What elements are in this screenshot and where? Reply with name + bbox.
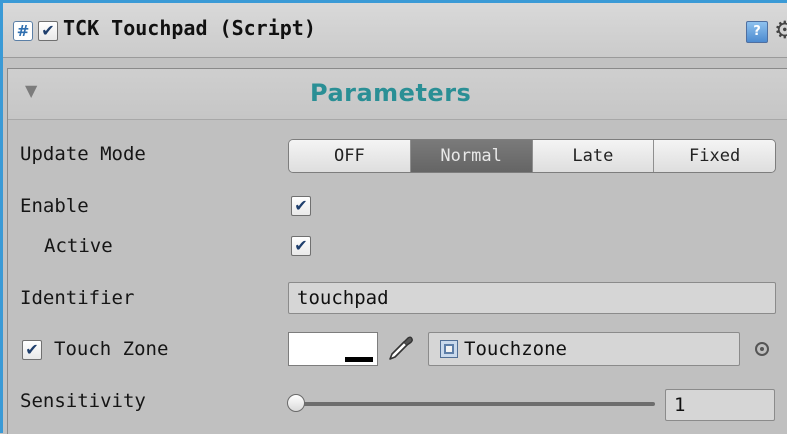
identifier-input[interactable]: touchpad <box>288 282 776 314</box>
foldout-arrow-icon[interactable]: ▼ <box>25 81 37 100</box>
enable-checkbox[interactable]: ✔ <box>291 196 311 216</box>
script-icon: # <box>13 21 33 41</box>
update-mode-label: Update Mode <box>20 143 146 165</box>
update-mode-option-fixed[interactable]: Fixed <box>654 140 775 172</box>
touch-zone-color-field[interactable] <box>288 332 378 366</box>
touch-zone-checkbox[interactable]: ✔ <box>22 340 42 360</box>
parameters-panel: ▼ Parameters <box>7 68 787 434</box>
update-mode-option-late[interactable]: Late <box>532 140 655 172</box>
sensitivity-slider-thumb[interactable] <box>287 394 305 412</box>
identifier-label: Identifier <box>20 287 135 309</box>
update-mode-option-normal[interactable]: Normal <box>410 140 533 172</box>
touch-zone-label: Touch Zone <box>54 338 169 360</box>
object-picker-icon[interactable] <box>755 342 769 356</box>
sensitivity-value-input[interactable]: 1 <box>665 389 775 421</box>
component-title: TCK Touchpad (Script) <box>63 16 316 40</box>
gear-icon[interactable]: ⚙ <box>774 15 787 45</box>
section-header[interactable]: ▼ Parameters <box>8 69 787 120</box>
active-checkbox[interactable]: ✔ <box>291 236 311 256</box>
eyedropper-icon[interactable] <box>384 332 416 364</box>
active-label: Active <box>44 235 113 257</box>
enable-label: Enable <box>20 195 89 217</box>
update-mode-selector[interactable]: OFF Normal Late Fixed <box>288 139 776 173</box>
touch-zone-object-name: Touchzone <box>464 338 567 360</box>
book-icon[interactable]: ? <box>746 21 768 43</box>
component-enabled-checkbox[interactable]: ✔ <box>38 21 58 41</box>
sensitivity-label: Sensitivity <box>20 390 146 412</box>
section-title: Parameters <box>310 79 472 107</box>
component-header[interactable]: # ✔ TCK Touchpad (Script) ? ⚙ <box>3 3 787 58</box>
texture-icon <box>440 340 458 358</box>
sensitivity-slider-track[interactable] <box>295 402 655 406</box>
update-mode-option-off[interactable]: OFF <box>289 140 411 172</box>
color-alpha-bar <box>345 357 373 362</box>
